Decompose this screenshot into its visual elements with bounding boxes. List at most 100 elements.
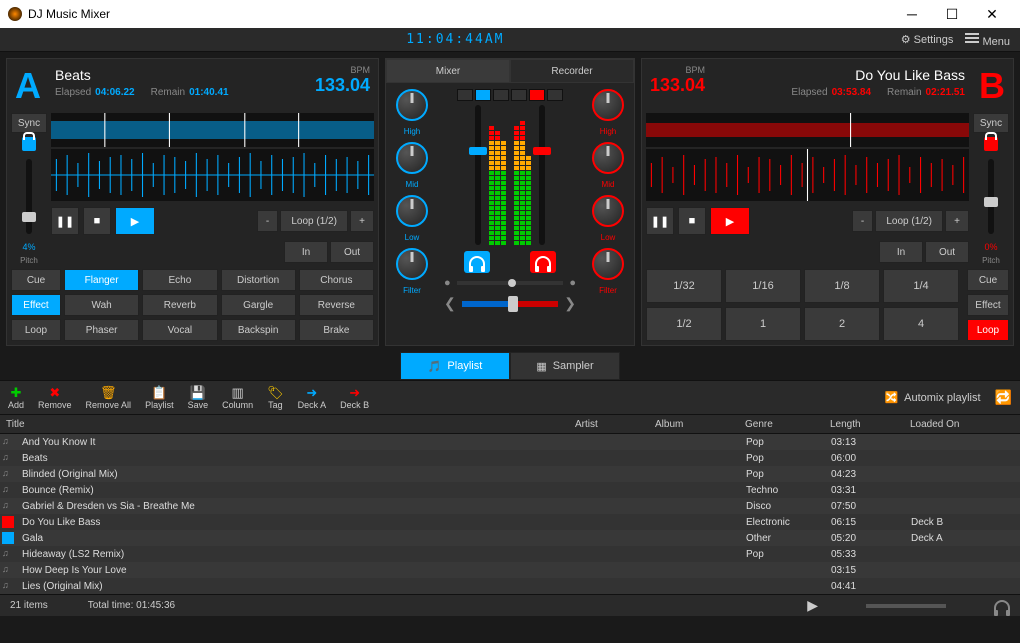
playlist-button[interactable]: 📋Playlist [145, 385, 174, 410]
knob-a-mid[interactable] [396, 142, 428, 174]
fx-reverse[interactable]: Reverse [299, 294, 374, 316]
fx-gargle[interactable]: Gargle [221, 294, 296, 316]
deck-a-loop-in[interactable]: In [284, 241, 328, 263]
column-button[interactable]: ▥Column [222, 385, 253, 410]
knob-b-mid[interactable] [592, 142, 624, 174]
crossfader[interactable] [462, 301, 559, 307]
knob-b-low[interactable] [592, 195, 624, 227]
add-button[interactable]: ✚Add [8, 385, 24, 410]
deck-b-loop-in[interactable]: In [879, 241, 923, 263]
xfader-left-arrow[interactable]: ❮ [444, 295, 456, 312]
deck-b-waveform-detail[interactable] [646, 149, 969, 201]
menu-button[interactable]: Menu [965, 31, 1010, 48]
minimize-button[interactable]: ─ [892, 0, 932, 28]
cue-a-button[interactable] [464, 251, 490, 273]
deck-b-pause-button[interactable]: ❚❚ [646, 207, 674, 235]
loop-4[interactable]: 4 [883, 307, 959, 341]
knob-a-high[interactable] [396, 89, 428, 121]
table-row[interactable]: BeatsPop06:00 [0, 450, 1020, 466]
fx-chorus[interactable]: Chorus [299, 269, 374, 291]
loop-1-8[interactable]: 1/8 [804, 269, 880, 303]
fx-vocal[interactable]: Vocal [142, 319, 217, 341]
loop-1-32[interactable]: 1/32 [646, 269, 722, 303]
fx-phaser[interactable]: Phaser [64, 319, 139, 341]
deck-b-effect-button[interactable]: Effect [967, 294, 1009, 316]
deck-b-lock-icon[interactable] [984, 137, 998, 151]
deck-b-loop-plus[interactable]: + [945, 210, 969, 232]
fx-brake[interactable]: Brake [299, 319, 374, 341]
knob-b-filter[interactable] [592, 248, 624, 280]
deck-b-cue-button[interactable]: Cue [967, 269, 1009, 291]
loop-2[interactable]: 2 [804, 307, 880, 341]
fx-backspin[interactable]: Backspin [221, 319, 296, 341]
table-row[interactable]: Do You Like BassElectronic06:15Deck B [0, 514, 1020, 530]
deck-a-load-button[interactable]: ➜Deck A [298, 385, 327, 410]
deck-a-loop-plus[interactable]: + [350, 210, 374, 232]
deck-a-effect-button[interactable]: Effect [11, 294, 61, 316]
remove-all-button[interactable]: 🗑Remove All [86, 385, 132, 410]
tag-button[interactable]: 🏷Tag [267, 385, 284, 410]
deck-b-loop-out[interactable]: Out [925, 241, 969, 263]
deck-b-load-button[interactable]: ➜Deck B [340, 385, 369, 410]
remove-button[interactable]: ✖Remove [38, 385, 72, 410]
deck-a-loop-minus[interactable]: - [257, 210, 278, 232]
status-play-button[interactable]: ▶ [807, 597, 818, 614]
status-volume-slider[interactable] [866, 604, 946, 608]
recorder-tab[interactable]: Recorder [510, 59, 634, 83]
mixer-tab[interactable]: Mixer [386, 59, 510, 83]
deck-b-play-button[interactable]: ▶ [710, 207, 750, 235]
knob-b-high[interactable] [592, 89, 624, 121]
deck-b-pitch-slider[interactable] [988, 159, 994, 234]
deck-a-waveform-detail[interactable] [51, 149, 374, 201]
table-row[interactable]: How Deep Is Your Love03:15 [0, 562, 1020, 578]
deck-a-waveform-overview[interactable] [51, 113, 374, 147]
fx-wah[interactable]: Wah [64, 294, 139, 316]
playlist-tab[interactable]: 🎵Playlist [400, 352, 510, 380]
loop-1-16[interactable]: 1/16 [725, 269, 801, 303]
deck-b-sync-button[interactable]: Sync [973, 113, 1009, 133]
settings-button[interactable]: ⚙ Settings [901, 33, 954, 46]
deck-b-loop-minus[interactable]: - [852, 210, 873, 232]
knob-a-filter[interactable] [396, 248, 428, 280]
playlist-table[interactable]: And You Know ItPop03:13BeatsPop06:00Blin… [0, 434, 1020, 594]
cue-b-button[interactable] [530, 251, 556, 273]
table-row[interactable]: Gabriel & Dresden vs Sia - Breathe MeDis… [0, 498, 1020, 514]
deck-a-play-button[interactable]: ▶ [115, 207, 155, 235]
xfader-right-arrow[interactable]: ❯ [564, 295, 576, 312]
table-row[interactable]: Lies (Original Mix)04:41 [0, 578, 1020, 594]
volume-b-slider[interactable] [539, 105, 545, 245]
repeat-button[interactable]: 🔁 [995, 389, 1012, 406]
table-row[interactable]: Hideaway (LS2 Remix)Pop05:33 [0, 546, 1020, 562]
sampler-tab[interactable]: ▦Sampler [510, 352, 620, 380]
automix-button[interactable]: 🔀Automix playlist [884, 391, 980, 404]
deck-a-lock-icon[interactable] [22, 137, 36, 151]
table-row[interactable]: Blinded (Original Mix)Pop04:23 [0, 466, 1020, 482]
deck-a-loop-button[interactable]: Loop [11, 319, 61, 341]
deck-a-stop-button[interactable]: ■ [83, 207, 111, 235]
deck-a-loop-label[interactable]: Loop (1/2) [280, 210, 348, 232]
maximize-button[interactable]: ☐ [932, 0, 972, 28]
deck-a-sync-button[interactable]: Sync [11, 113, 47, 133]
deck-a-pause-button[interactable]: ❚❚ [51, 207, 79, 235]
deck-a-cue-button[interactable]: Cue [11, 269, 61, 291]
deck-a-loop-out[interactable]: Out [330, 241, 374, 263]
deck-b-loop-label[interactable]: Loop (1/2) [875, 210, 943, 232]
fx-reverb[interactable]: Reverb [142, 294, 217, 316]
table-row[interactable]: Bounce (Remix)Techno03:31 [0, 482, 1020, 498]
close-button[interactable]: ✕ [972, 0, 1012, 28]
loop-1-4[interactable]: 1/4 [883, 269, 959, 303]
fx-echo[interactable]: Echo [142, 269, 217, 291]
loop-1[interactable]: 1 [725, 307, 801, 341]
loop-1-2[interactable]: 1/2 [646, 307, 722, 341]
headphone-icon[interactable] [994, 600, 1010, 612]
table-row[interactable]: And You Know ItPop03:13 [0, 434, 1020, 450]
table-row[interactable]: GalaOther05:20Deck A [0, 530, 1020, 546]
fx-flanger[interactable]: Flanger [64, 269, 139, 291]
save-button[interactable]: 💾Save [188, 385, 209, 410]
deck-a-pitch-slider[interactable] [26, 159, 32, 234]
deck-b-stop-button[interactable]: ■ [678, 207, 706, 235]
fx-distortion[interactable]: Distortion [221, 269, 296, 291]
deck-b-loop-button[interactable]: Loop [967, 319, 1009, 341]
deck-b-waveform-overview[interactable] [646, 113, 969, 147]
knob-a-low[interactable] [396, 195, 428, 227]
